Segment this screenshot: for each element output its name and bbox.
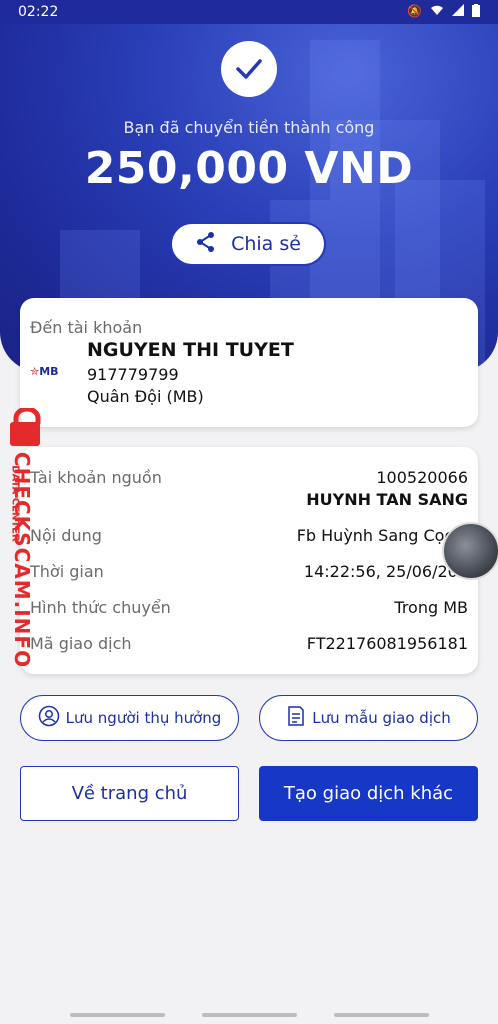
watermark-main: CHECKSCAM.INFO: [10, 451, 34, 669]
source-account-value: 100520066: [376, 468, 468, 487]
wifi-icon: [430, 4, 444, 20]
recipient-card: Đến tài khoản ✮MB NGUYEN THI TUYET 91777…: [20, 298, 478, 427]
save-template-label: Lưu mẫu giao dịch: [312, 709, 451, 727]
save-template-button[interactable]: Lưu mẫu giao dịch: [259, 695, 478, 741]
status-time: 02:22: [18, 4, 59, 20]
home-button[interactable]: Về trang chủ: [20, 766, 239, 821]
method-value: Trong MB: [394, 598, 468, 617]
status-bar: 02:22 🔕: [0, 0, 498, 24]
share-label: Chia sẻ: [231, 233, 301, 255]
watermark: DATA CENTER CHECKSCAM.INFO: [0, 406, 60, 668]
transaction-details-card: Tài khoản nguồn 100520066 HUYNH TAN SANG…: [20, 447, 478, 674]
document-icon: [286, 705, 306, 731]
new-transaction-button[interactable]: Tạo giao dịch khác: [259, 766, 478, 821]
recipient-account: 917779799: [87, 365, 179, 384]
nav-home-indicator[interactable]: [202, 1013, 297, 1017]
battery-icon: [472, 4, 480, 20]
success-message: Bạn đã chuyển tiền thành công: [123, 118, 375, 137]
save-beneficiary-label: Lưu người thụ hưởng: [65, 709, 222, 727]
signal-icon: [452, 4, 464, 20]
nav-back-indicator[interactable]: [334, 1013, 429, 1017]
to-account-label: Đến tài khoản: [30, 318, 143, 337]
share-button[interactable]: Chia sẻ: [170, 222, 326, 266]
save-beneficiary-button[interactable]: Lưu người thụ hưởng: [20, 695, 239, 741]
share-icon: [195, 231, 217, 258]
source-account-name: HUYNH TAN SANG: [306, 490, 468, 509]
mute-icon: 🔕: [407, 4, 422, 18]
time-value: 14:22:56, 25/06/202: [303, 562, 468, 581]
success-check-icon: [221, 41, 277, 97]
recipient-bank: Quân Đội (MB): [87, 387, 204, 406]
mb-bank-logo: ✮MB: [30, 365, 59, 378]
system-nav-bar: [0, 1004, 498, 1024]
star-icon: ✮: [30, 365, 40, 378]
floating-avatar[interactable]: [442, 522, 498, 580]
recipient-name: NGUYEN THI TUYET: [87, 339, 294, 361]
transfer-amount: 250,000 VND: [84, 143, 414, 194]
transaction-code-value: FT22176081956181: [306, 634, 468, 653]
nav-recent-indicator[interactable]: [70, 1013, 165, 1017]
user-circle-icon: [38, 705, 60, 731]
